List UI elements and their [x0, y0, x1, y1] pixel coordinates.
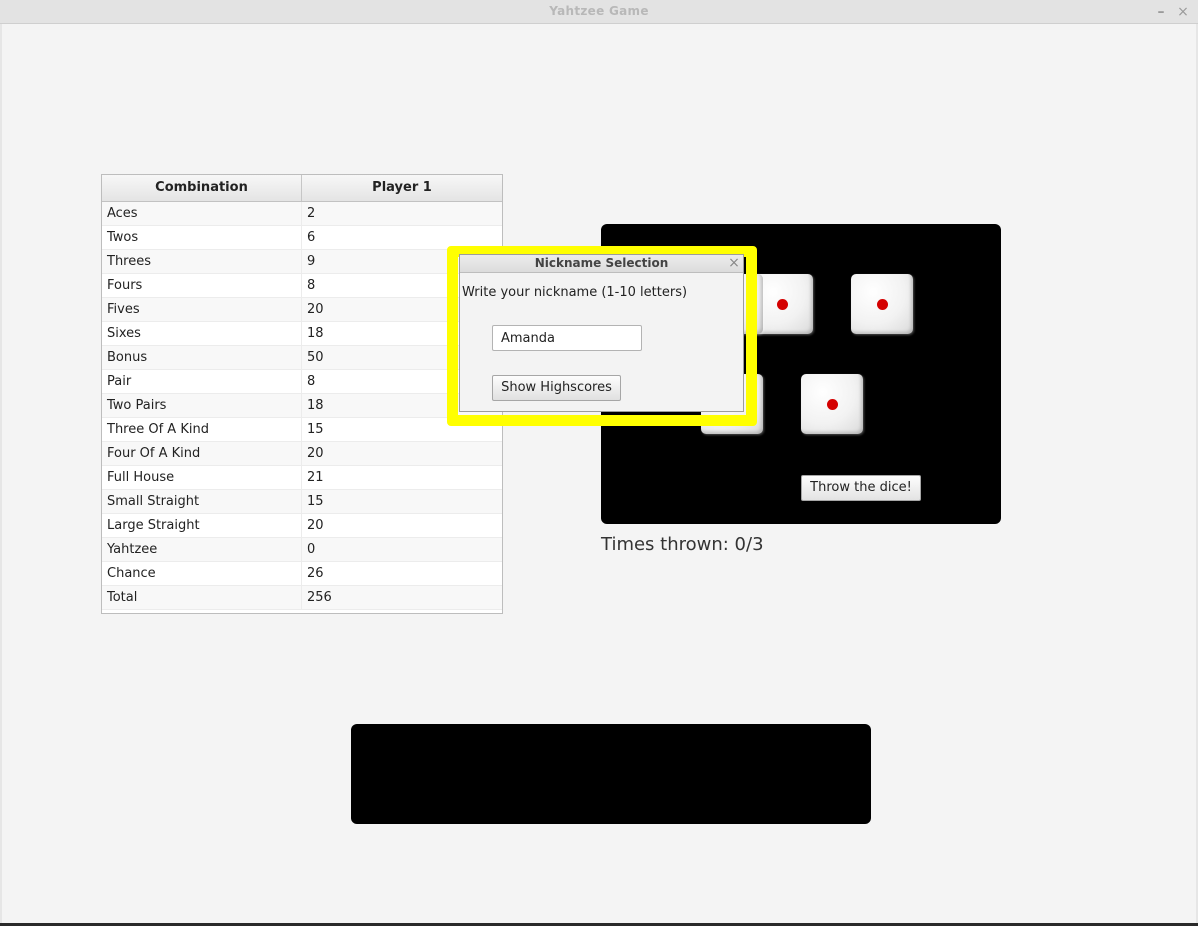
combination-cell: Large Straight [102, 514, 302, 537]
die-5[interactable] [801, 374, 863, 434]
combination-cell: Aces [102, 202, 302, 225]
score-cell: 0 [307, 542, 316, 557]
table-row[interactable]: Four Of A Kind 20 [102, 442, 502, 466]
column-header-combination[interactable]: Combination [102, 175, 302, 201]
combination-cell: Full House [102, 466, 302, 489]
nickname-prompt: Write your nickname (1-10 letters) [462, 285, 688, 300]
combination-cell: Yahtzee [102, 538, 302, 561]
combination-cell: Fours [102, 274, 302, 297]
table-row[interactable]: Small Straight 15 [102, 490, 502, 514]
score-cell: 26 [307, 566, 324, 581]
score-table-body: Aces 2 Twos 6 Threes 9 Fours 8 Fives 20 Sixes 18 Bon… [102, 202, 502, 610]
nickname-input[interactable] [492, 325, 642, 351]
close-icon[interactable]: × [1174, 2, 1192, 22]
times-thrown-label: Times thrown: 0/3 [601, 534, 764, 555]
die-pip [827, 399, 838, 410]
window-title: Yahtzee Game [549, 4, 649, 18]
table-row[interactable]: Total 256 [102, 586, 502, 610]
combination-cell: Chance [102, 562, 302, 585]
score-cell: 256 [307, 590, 332, 605]
score-cell: 20 [307, 446, 324, 461]
table-row[interactable]: Chance 26 [102, 562, 502, 586]
combination-cell: Three Of A Kind [102, 418, 302, 441]
message-panel [351, 724, 871, 824]
table-row[interactable]: Aces 2 [102, 202, 502, 226]
combination-cell: Fives [102, 298, 302, 321]
table-row[interactable]: Fours 8 [102, 274, 502, 298]
score-cell: 15 [307, 494, 324, 509]
score-table-header: Combination Player 1 [102, 175, 502, 202]
table-row[interactable]: Large Straight 20 [102, 514, 502, 538]
table-row[interactable]: Two Pairs 18 [102, 394, 502, 418]
combination-cell: Total [102, 586, 302, 609]
score-cell: 20 [307, 518, 324, 533]
minimize-icon[interactable]: – [1152, 2, 1170, 22]
die-pip [777, 299, 788, 310]
combination-cell: Twos [102, 226, 302, 249]
dialog-close-icon[interactable]: × [726, 255, 742, 273]
table-row[interactable]: Three Of A Kind 15 [102, 418, 502, 442]
table-row[interactable]: Full House 21 [102, 466, 502, 490]
score-cell: 21 [307, 470, 324, 485]
combination-cell: Four Of A Kind [102, 442, 302, 465]
die-3[interactable] [851, 274, 913, 334]
table-row[interactable]: Fives 20 [102, 298, 502, 322]
column-header-player-1[interactable]: Player 1 [302, 175, 502, 201]
show-highscores-button[interactable]: Show Highscores [492, 375, 621, 401]
combination-cell: Bonus [102, 346, 302, 369]
table-row[interactable]: Twos 6 [102, 226, 502, 250]
combination-cell: Small Straight [102, 490, 302, 513]
combination-cell: Pair [102, 370, 302, 393]
combination-cell: Sixes [102, 322, 302, 345]
combination-cell: Threes [102, 250, 302, 273]
score-cell: 2 [307, 206, 316, 221]
die-pip [877, 299, 888, 310]
window-border-left [0, 24, 2, 926]
window-titlebar: Yahtzee Game – × [0, 0, 1198, 24]
table-row[interactable]: Sixes 18 [102, 322, 502, 346]
dialog-title: Nickname Selection [534, 256, 669, 270]
nickname-dialog: Nickname Selection × Write your nickname… [459, 254, 744, 412]
dialog-titlebar: Nickname Selection [460, 255, 743, 273]
table-row[interactable]: Yahtzee 0 [102, 538, 502, 562]
combination-cell: Two Pairs [102, 394, 302, 417]
table-row[interactable]: Threes 9 [102, 250, 502, 274]
throw-dice-button[interactable]: Throw the dice! [801, 475, 921, 501]
score-table: Combination Player 1 Aces 2 Twos 6 Threes 9 Fo… [101, 174, 503, 614]
table-row[interactable]: Bonus 50 [102, 346, 502, 370]
table-row[interactable]: Pair 8 [102, 370, 502, 394]
